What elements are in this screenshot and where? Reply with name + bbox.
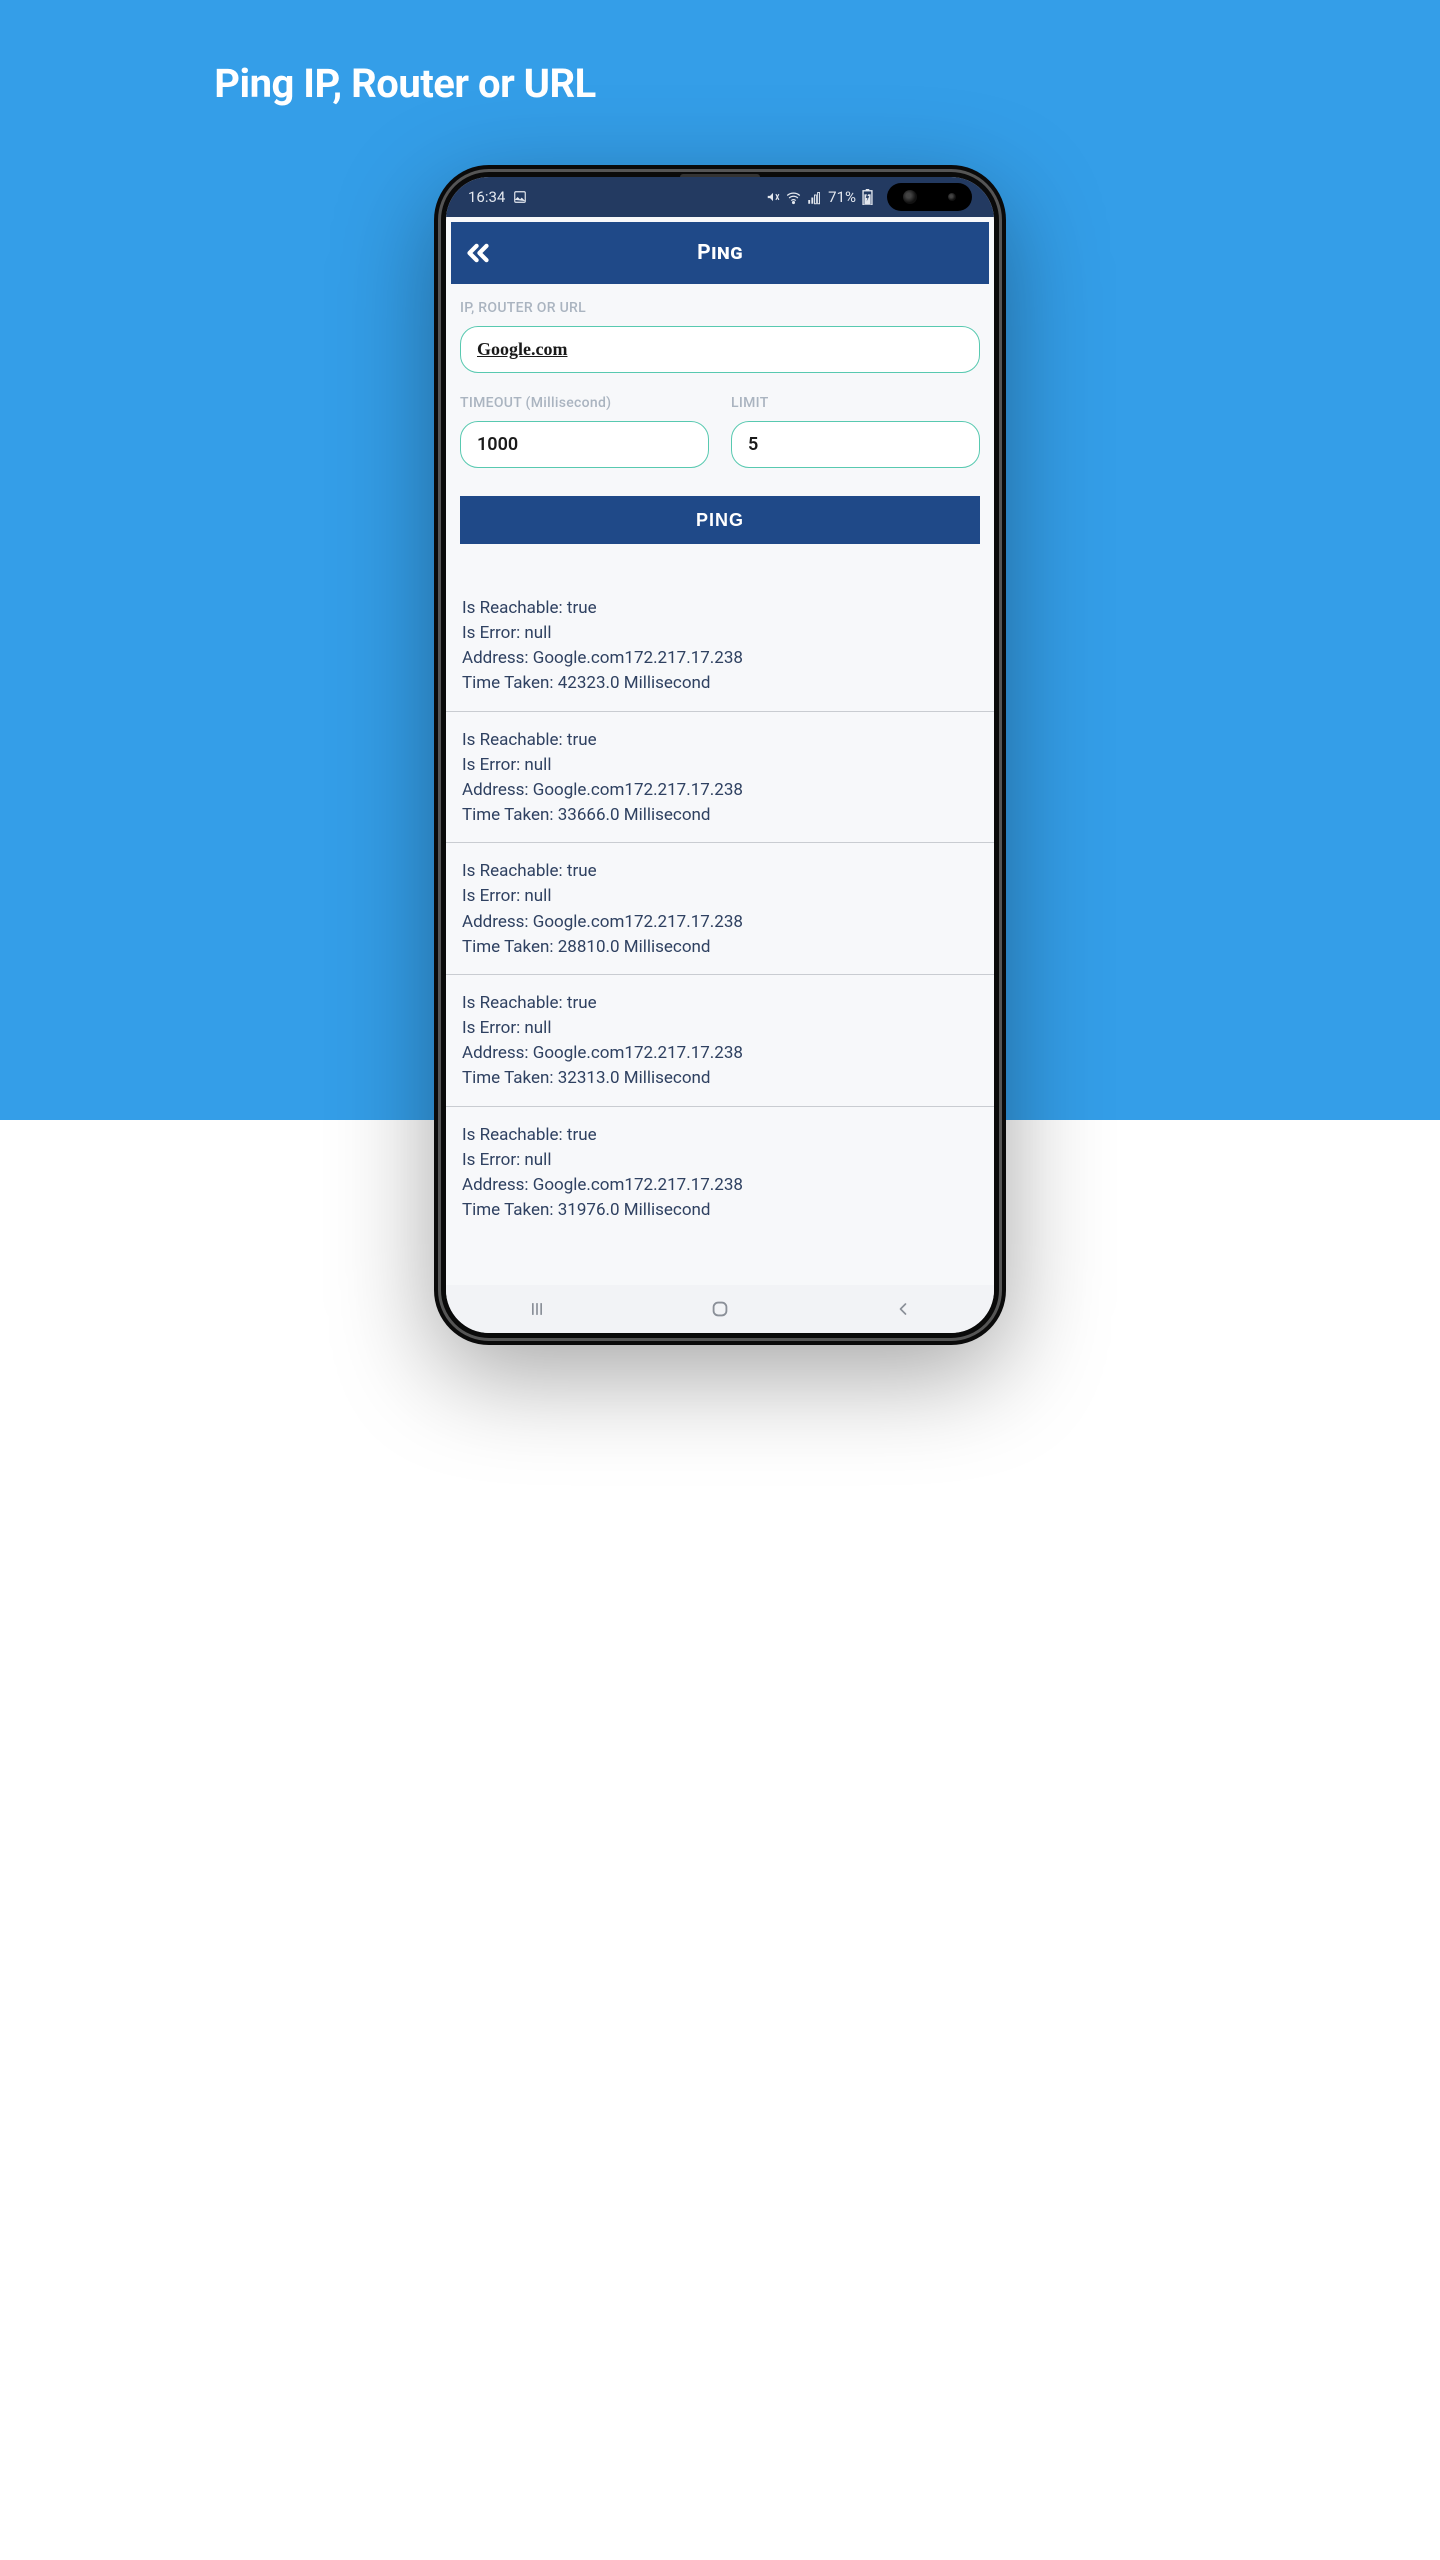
camera-lens xyxy=(903,190,917,204)
result-item: Is Reachable: trueIs Error: nullAddress:… xyxy=(446,1106,994,1238)
mute-icon xyxy=(766,190,780,204)
result-item: Is Reachable: trueIs Error: nullAddress:… xyxy=(446,974,994,1106)
result-error: Is Error: null xyxy=(462,753,978,778)
form-area: IP, ROUTER OR URL TIMEOUT (Millisecond) … xyxy=(446,284,994,544)
result-error: Is Error: null xyxy=(462,1148,978,1173)
nav-back-button[interactable] xyxy=(812,1299,993,1319)
promo-bg-bottom xyxy=(0,2240,1440,2560)
result-address: Address: Google.com172.217.17.238 xyxy=(462,1041,978,1066)
promo-title: Ping IP, Router or URL xyxy=(0,0,810,107)
nav-home-button[interactable] xyxy=(630,1298,811,1320)
result-address: Address: Google.com172.217.17.238 xyxy=(462,646,978,671)
chevrons-left-icon xyxy=(461,236,495,270)
result-reachable: Is Reachable: true xyxy=(462,991,978,1016)
nav-recents-button[interactable] xyxy=(447,1299,628,1319)
result-time: Time Taken: 33666.0 Millisecond xyxy=(462,803,978,828)
status-battery: 71% xyxy=(828,188,856,206)
result-item: Is Reachable: trueIs Error: nullAddress:… xyxy=(446,580,994,711)
result-error: Is Error: null xyxy=(462,1016,978,1041)
app-titlebar: Ping xyxy=(451,222,989,284)
signal-icon xyxy=(807,190,822,205)
recents-icon xyxy=(527,1299,547,1319)
wifi-icon xyxy=(786,190,801,205)
limit-label: LIMIT xyxy=(731,395,980,411)
result-error: Is Error: null xyxy=(462,884,978,909)
result-time: Time Taken: 32313.0 Millisecond xyxy=(462,1066,978,1091)
limit-input[interactable] xyxy=(731,421,980,468)
picture-icon xyxy=(513,190,527,204)
result-item: Is Reachable: trueIs Error: nullAddress:… xyxy=(446,842,994,974)
result-reachable: Is Reachable: true xyxy=(462,859,978,884)
result-item: Is Reachable: trueIs Error: nullAddress:… xyxy=(446,711,994,843)
status-time: 16:34 xyxy=(468,188,505,206)
timeout-input[interactable] xyxy=(460,421,709,468)
result-address: Address: Google.com172.217.17.238 xyxy=(462,1173,978,1198)
android-navbar xyxy=(446,1285,994,1333)
result-address: Address: Google.com172.217.17.238 xyxy=(462,910,978,935)
camera-cutout xyxy=(887,183,972,211)
url-input[interactable] xyxy=(460,326,980,373)
timeout-label: TIMEOUT (Millisecond) xyxy=(460,395,709,411)
result-time: Time Taken: 42323.0 Millisecond xyxy=(462,671,978,696)
home-icon xyxy=(709,1298,731,1320)
status-bar: 16:34 71% xyxy=(446,177,994,217)
url-label: IP, ROUTER OR URL xyxy=(460,300,980,316)
phone-screen: 16:34 71% xyxy=(446,177,994,1333)
result-reachable: Is Reachable: true xyxy=(462,728,978,753)
camera-sensor xyxy=(948,193,956,201)
result-time: Time Taken: 31976.0 Millisecond xyxy=(462,1198,978,1223)
phone-frame: 16:34 71% xyxy=(434,165,1006,1345)
phone-mockup: 16:34 71% xyxy=(434,165,1006,1345)
page-title: Ping xyxy=(451,241,989,265)
result-reachable: Is Reachable: true xyxy=(462,596,978,621)
battery-icon xyxy=(862,189,873,205)
result-reachable: Is Reachable: true xyxy=(462,1123,978,1148)
ping-button[interactable]: PING xyxy=(460,496,980,544)
chevron-left-icon xyxy=(893,1299,913,1319)
result-address: Address: Google.com172.217.17.238 xyxy=(462,778,978,803)
result-time: Time Taken: 28810.0 Millisecond xyxy=(462,935,978,960)
results-list: Is Reachable: trueIs Error: nullAddress:… xyxy=(446,580,994,1237)
result-error: Is Error: null xyxy=(462,621,978,646)
back-button[interactable] xyxy=(461,236,495,270)
